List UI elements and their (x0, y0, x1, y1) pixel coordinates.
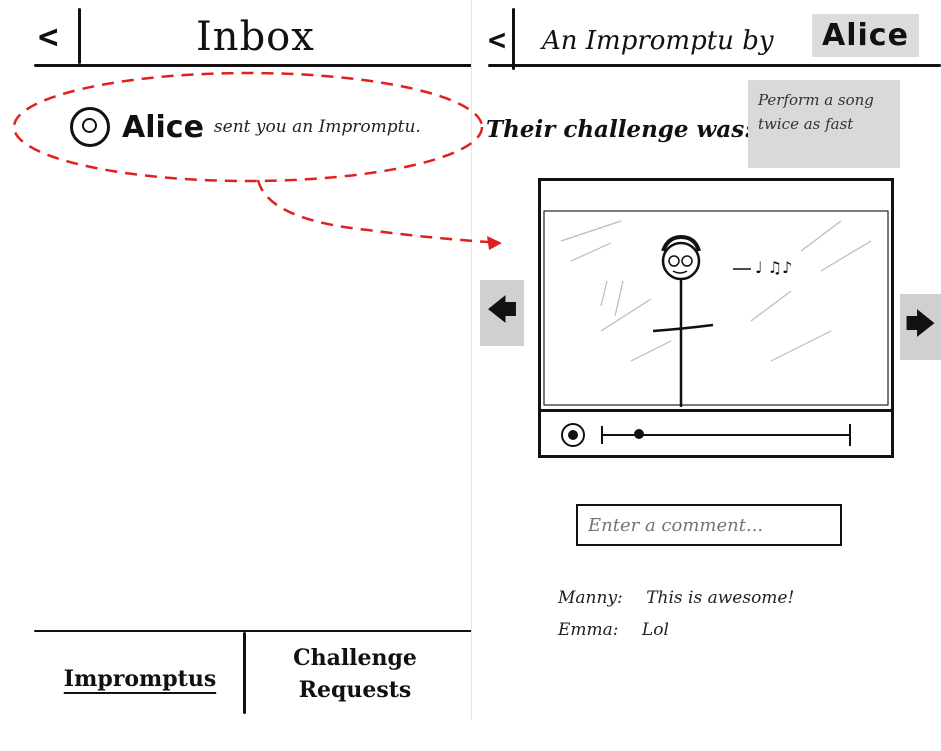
challenge-text: Perform a song twice as fast (748, 80, 900, 168)
comment-text: This is awesome! (646, 588, 795, 608)
playback-track[interactable] (601, 424, 851, 446)
svg-text:♩ ♫♪: ♩ ♫♪ (755, 258, 792, 277)
notification-message: sent you an Impromptu. (213, 117, 421, 137)
stick-figure (652, 234, 714, 407)
notification-item[interactable]: Alice sent you an Impromptu. (70, 104, 470, 150)
inbox-screen: < Inbox Alice sent you an Impromptu. Imp… (0, 0, 472, 751)
right-arrow-icon: 🡆 (905, 306, 936, 342)
impromptu-header-underline (488, 64, 941, 67)
tab-bar-divider (34, 630, 472, 632)
notification-sender: Alice (122, 109, 204, 145)
previous-arrow-button[interactable]: 🡄 (480, 280, 524, 346)
inbox-header-underline (34, 64, 472, 67)
record-icon (568, 430, 578, 440)
comment-text: Lol (641, 620, 669, 640)
tab-challenge-requests[interactable]: Challenge Requests (270, 642, 440, 706)
video-controls (541, 409, 891, 458)
impromptu-screen: < An Impromptu by Alice Their challenge … (472, 0, 941, 751)
impromptu-header-divider (512, 8, 515, 70)
comment-author: Emma: (558, 620, 619, 640)
impromptu-author: Alice (812, 14, 919, 57)
screen-glare-scribbles (560, 220, 872, 362)
comment-list: Manny: This is awesome! Emma: Lol (558, 588, 918, 640)
comment-item: Emma: Lol (558, 620, 918, 640)
tab-separator (243, 632, 246, 714)
comment-input[interactable] (576, 504, 842, 546)
challenge-label: Their challenge was: (486, 116, 753, 143)
playback-scrubber[interactable] (633, 429, 644, 439)
inbox-back-button[interactable]: < (38, 20, 58, 54)
play-button[interactable] (561, 423, 585, 447)
inbox-header-divider (78, 8, 81, 64)
alice-avatar-icon (70, 107, 110, 147)
video-frame-drawing: ♩ ♫♪ (543, 210, 889, 407)
tab-impromptus[interactable]: Impromptus (50, 666, 230, 692)
impromptu-title: An Impromptu by (542, 26, 774, 56)
comment-item: Manny: This is awesome! (558, 588, 918, 608)
music-notes: ♩ ♫♪ (733, 258, 792, 277)
inbox-title: Inbox (196, 14, 315, 60)
comment-author: Manny: (558, 588, 623, 608)
video-player[interactable]: ♩ ♫♪ (538, 178, 894, 458)
left-arrow-icon: 🡄 (486, 292, 518, 328)
next-arrow-button[interactable]: 🡆 (900, 294, 941, 360)
impromptu-back-button[interactable]: < (488, 26, 506, 56)
